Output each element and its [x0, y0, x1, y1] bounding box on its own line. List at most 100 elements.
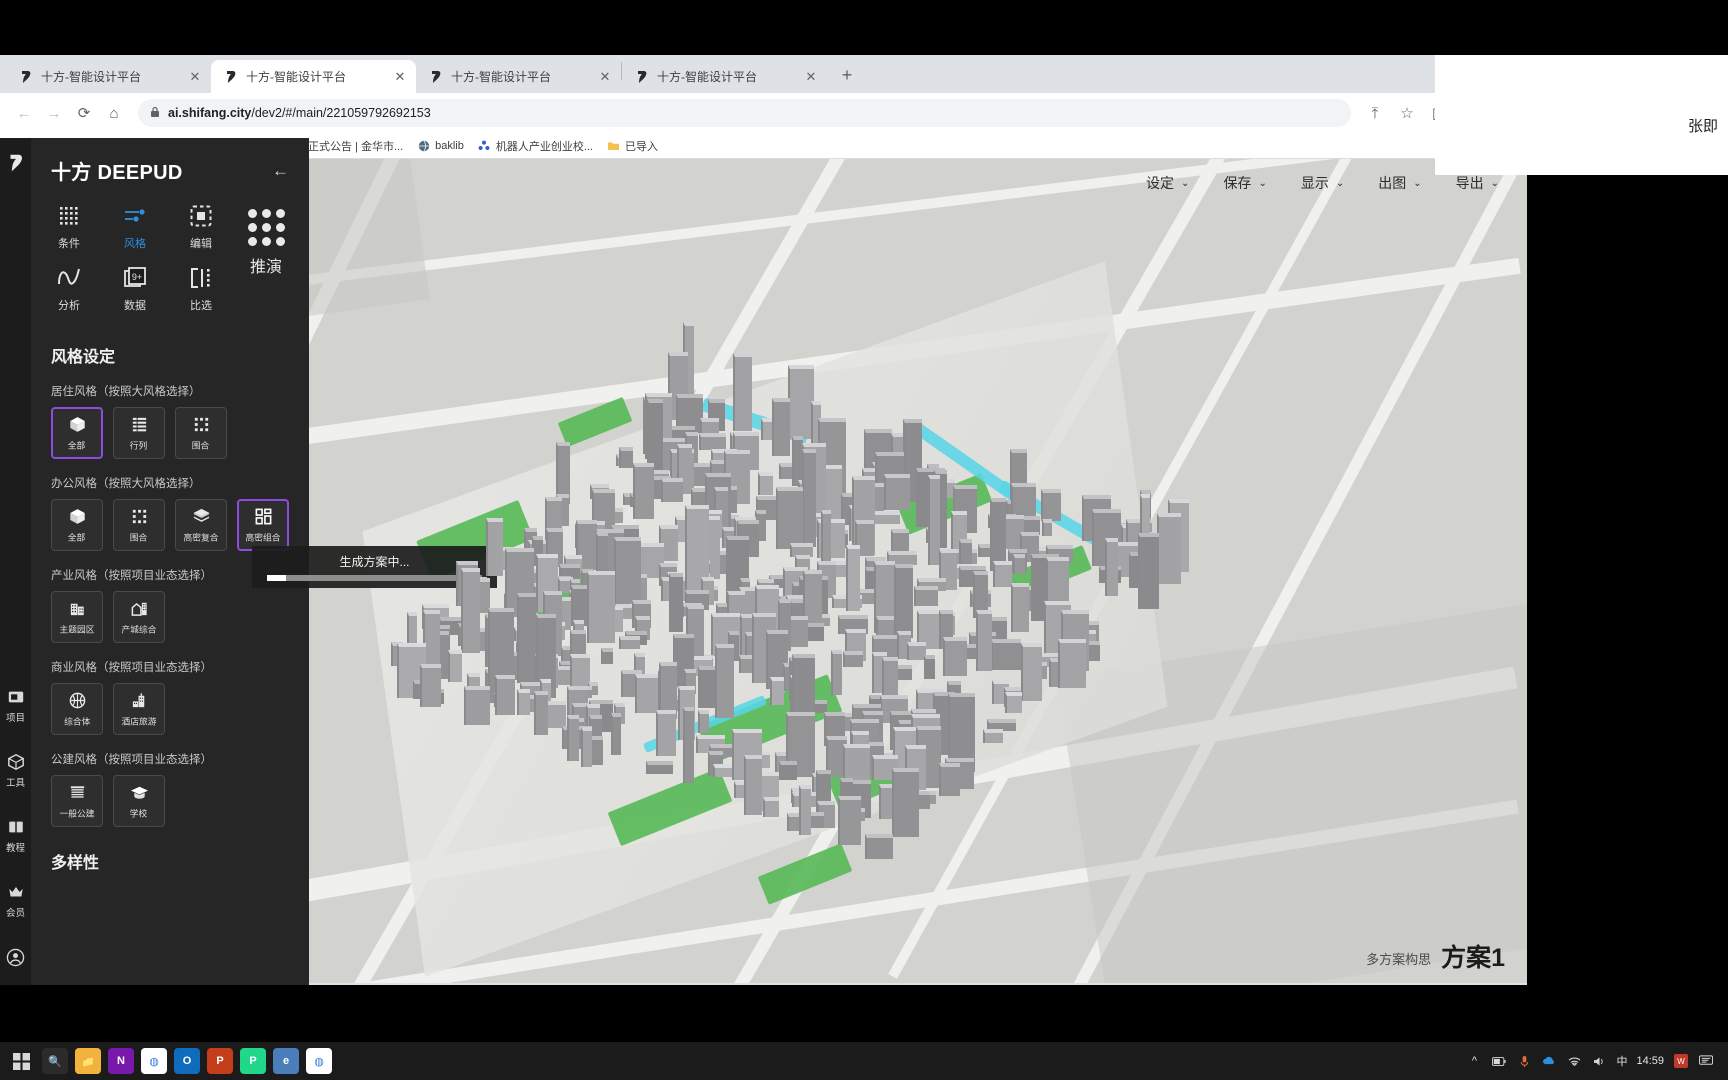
building: [460, 568, 481, 653]
network-icon[interactable]: [1566, 1053, 1582, 1069]
menu-label: 显示: [1300, 175, 1329, 191]
menu-save[interactable]: 保存 ⌄: [1223, 173, 1266, 193]
notification-icon[interactable]: [1698, 1053, 1714, 1069]
building: [770, 676, 785, 705]
option-industry-city-complex[interactable]: 产城综合: [113, 591, 165, 643]
option-office-high-density-composite[interactable]: 高密复合: [175, 499, 227, 551]
menu-label: 导出: [1455, 175, 1484, 191]
microphone-icon[interactable]: [1516, 1053, 1532, 1069]
menu-plot[interactable]: 出图 ⌄: [1378, 173, 1421, 193]
tab-title: 十方-智能设计平台: [657, 70, 757, 84]
new-tab-button[interactable]: +: [833, 62, 861, 90]
building: [1041, 518, 1053, 536]
chrome2-icon[interactable]: ◍: [306, 1048, 332, 1074]
bookmark-label: baklib: [435, 139, 464, 152]
app-brand-title: 十方 DEEPUD: [51, 162, 183, 184]
chevron-down-icon: ⌄: [1181, 177, 1190, 189]
background-window-fragment: 张即: [1435, 55, 1728, 175]
building: [883, 473, 910, 510]
rail-item-tutorial[interactable]: 教程: [0, 817, 31, 854]
tool-style[interactable]: 风格: [117, 203, 153, 251]
option-residential-rows[interactable]: 行列: [113, 407, 165, 459]
tray-expand-icon[interactable]: ^: [1466, 1053, 1482, 1069]
browser-tab-3[interactable]: 十方-智能设计平台 ✕: [416, 60, 621, 93]
bookmark-label: 已导入: [625, 140, 659, 153]
rail-item-label: 项目: [5, 713, 25, 724]
option-label: 酒店旅游: [121, 717, 157, 728]
menu-settings[interactable]: 设定 ⌄: [1146, 173, 1189, 193]
tool-data[interactable]: 9+ 数据: [117, 265, 153, 313]
rail-item-tools[interactable]: 工具: [0, 752, 31, 789]
stacked-layers-icon: [191, 506, 211, 526]
browser-tab-2[interactable]: 十方-智能设计平台 ✕: [211, 60, 416, 93]
chrome-icon[interactable]: ◍: [141, 1048, 167, 1074]
search-icon[interactable]: 🔍: [42, 1048, 68, 1074]
browser-tab-4[interactable]: 十方-智能设计平台 ✕: [622, 60, 827, 93]
home-icon[interactable]: ⌂: [100, 99, 128, 127]
folder-explorer-icon[interactable]: 📁: [75, 1048, 101, 1074]
option-office-high-density-group[interactable]: 高密组合: [237, 499, 289, 551]
bookmark-imported-folder[interactable]: 已导入: [607, 138, 658, 154]
option-commercial-complex[interactable]: 综合体: [51, 683, 103, 735]
forward-icon[interactable]: →: [40, 99, 68, 127]
option-label: 产城综合: [121, 625, 157, 636]
cube-tool-icon: [6, 752, 26, 772]
tab-close-icon[interactable]: ✕: [803, 69, 819, 85]
rail-item-membership[interactable]: 会员: [0, 882, 31, 919]
menu-display[interactable]: 显示 ⌄: [1301, 173, 1344, 193]
option-industry-theme-park[interactable]: 主题园区: [51, 591, 103, 643]
bookmark-robot-industry[interactable]: 机器人产业创业校...: [478, 138, 593, 154]
battery-icon[interactable]: [1491, 1053, 1507, 1069]
desktop-backdrop-right: [1527, 0, 1728, 55]
volume-icon[interactable]: [1591, 1053, 1607, 1069]
option-commercial-hotel-tourism[interactable]: 酒店旅游: [113, 683, 165, 735]
cloud-sync-icon[interactable]: [1541, 1053, 1557, 1069]
tool-compare[interactable]: 比选: [183, 265, 219, 313]
rail-item-account[interactable]: [0, 947, 31, 967]
group-commercial-options: 综合体 酒店旅游: [31, 683, 309, 735]
taskbar-clock[interactable]: 14:59: [1636, 1055, 1664, 1068]
bookmark-baklib[interactable]: baklib: [417, 139, 464, 152]
building: [801, 449, 817, 548]
block-group-icon: [253, 506, 273, 526]
tool-analysis[interactable]: 分析: [51, 265, 87, 313]
tab-close-icon[interactable]: ✕: [392, 69, 408, 85]
tool-label: 条件: [58, 238, 80, 250]
bookmark-star-icon[interactable]: ☆: [1393, 99, 1421, 127]
pycharm-icon[interactable]: P: [240, 1048, 266, 1074]
tab-close-icon[interactable]: ✕: [187, 69, 203, 85]
tab-close-icon[interactable]: ✕: [597, 69, 613, 85]
onenote-icon[interactable]: N: [108, 1048, 134, 1074]
option-office-all[interactable]: 全部: [51, 499, 103, 551]
option-public-school[interactable]: 学校: [113, 775, 165, 827]
collapse-panel-icon[interactable]: ←: [272, 161, 289, 181]
option-public-general[interactable]: 一般公建: [51, 775, 103, 827]
rows-icon: [129, 414, 149, 434]
tool-edit[interactable]: 编辑: [183, 203, 219, 251]
tool-inference[interactable]: 推演: [243, 209, 289, 277]
svg-text:W: W: [1677, 1057, 1685, 1066]
reload-icon[interactable]: ⟳: [70, 99, 98, 127]
powerpoint-icon[interactable]: P: [207, 1048, 233, 1074]
option-residential-enclosure[interactable]: 围合: [175, 407, 227, 459]
option-office-enclosure[interactable]: 围合: [113, 499, 165, 551]
chevron-down-icon: ⌄: [1413, 177, 1422, 189]
shifang-logo-icon[interactable]: [3, 150, 29, 176]
address-bar[interactable]: ai.shifang.city/dev2/#/main/221059792692…: [138, 99, 1351, 127]
section-title-style-settings: 风格设定: [51, 349, 116, 366]
share-icon[interactable]: ⤒: [1361, 99, 1389, 127]
favicon-icon: [18, 69, 34, 85]
browser2-icon[interactable]: e: [273, 1048, 299, 1074]
tool-condition[interactable]: 条件: [51, 203, 87, 251]
ime-indicator[interactable]: 中: [1616, 1053, 1627, 1069]
browser-tab-1[interactable]: 十方-智能设计平台 ✕: [6, 60, 211, 93]
outlook-icon[interactable]: O: [174, 1048, 200, 1074]
menu-export[interactable]: 导出 ⌄: [1456, 173, 1499, 193]
windows-start-icon[interactable]: [8, 1048, 34, 1074]
rail-item-project[interactable]: 项目: [0, 687, 31, 724]
building: [758, 471, 773, 496]
app-tray-icon[interactable]: W: [1673, 1053, 1689, 1069]
back-icon[interactable]: ←: [10, 99, 38, 127]
option-residential-all[interactable]: 全部: [51, 407, 103, 459]
favicon-icon: [223, 69, 239, 85]
